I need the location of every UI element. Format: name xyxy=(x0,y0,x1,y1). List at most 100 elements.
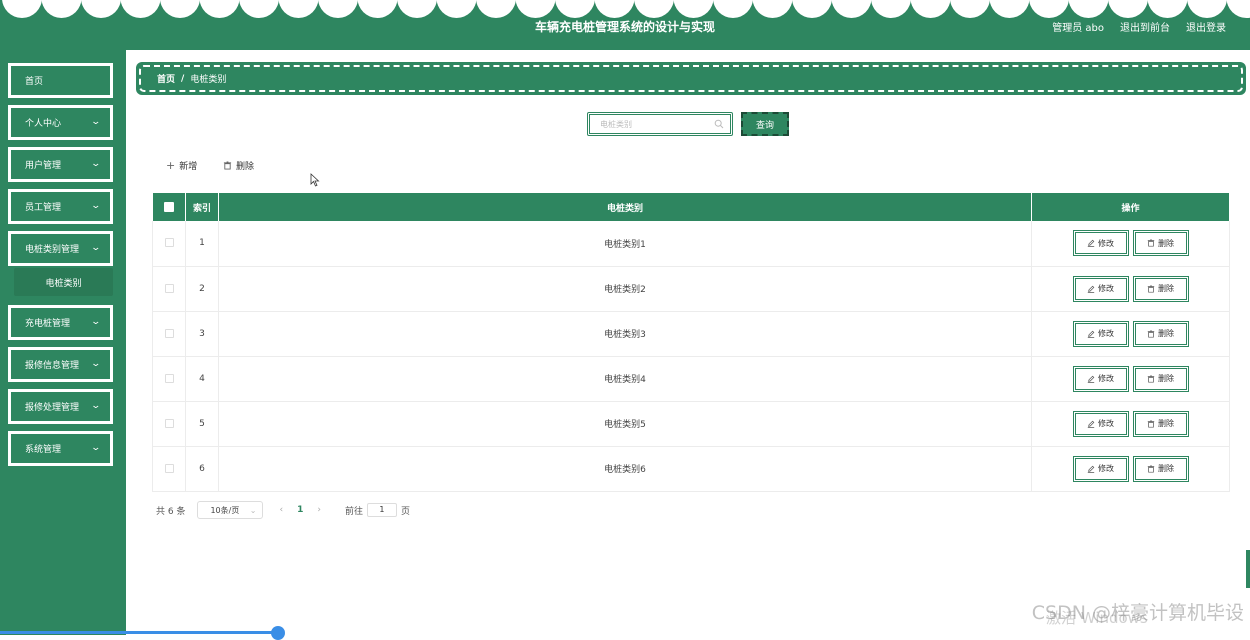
delete-button-label: 删除 xyxy=(1158,283,1174,294)
scallop-decoration xyxy=(0,0,1250,18)
scallop-circle xyxy=(792,0,832,18)
sidebar-item-repair-handling-management[interactable]: 报修处理管理⌄ xyxy=(8,389,113,424)
scrollbar-handle[interactable] xyxy=(271,626,285,640)
horizontal-scrollbar[interactable] xyxy=(0,631,278,634)
edit-button[interactable]: 修改 xyxy=(1073,230,1129,256)
edit-button[interactable]: 修改 xyxy=(1073,411,1129,437)
row-checkbox[interactable] xyxy=(165,464,174,473)
logout-link[interactable]: 退出登录 xyxy=(1186,19,1226,34)
row-actions: 修改 删除 xyxy=(1032,311,1230,356)
select-all-header xyxy=(153,193,186,221)
edit-button-label: 修改 xyxy=(1098,328,1114,339)
scallop-circle xyxy=(634,0,674,18)
trash-icon xyxy=(1147,330,1155,338)
sidebar-item-pile-category-management[interactable]: 电桩类别管理⌄ xyxy=(8,231,113,266)
add-button-label: 新增 xyxy=(179,159,197,172)
sidebar-item-label: 个人中心 xyxy=(25,116,61,129)
scallop-circle xyxy=(911,0,951,18)
column-header-actions: 操作 xyxy=(1032,193,1230,221)
goto-page-input[interactable]: 1 xyxy=(367,503,397,517)
scallop-circle xyxy=(950,0,990,18)
breadcrumb-home[interactable]: 首页 xyxy=(157,72,175,85)
delete-button[interactable]: 删除 xyxy=(1133,276,1189,302)
sidebar-item-user-management[interactable]: 用户管理⌄ xyxy=(8,147,113,182)
edit-icon xyxy=(1087,420,1095,428)
top-header: 车辆充电桩管理系统的设计与实现 管理员 abo 退出到前台 退出登录 xyxy=(0,0,1250,50)
goto-label: 前往 xyxy=(345,504,363,517)
edit-button-label: 修改 xyxy=(1098,283,1114,294)
row-checkbox[interactable] xyxy=(165,374,174,383)
scallop-circle xyxy=(516,0,556,18)
delete-button[interactable]: 删除 xyxy=(1133,321,1189,347)
sidebar-item-label: 报修信息管理 xyxy=(25,358,79,371)
row-checkbox[interactable] xyxy=(165,284,174,293)
trash-icon xyxy=(223,161,232,170)
sidebar-item-home[interactable]: 首页 xyxy=(8,63,113,98)
sidebar-item-personal-center[interactable]: 个人中心⌄ xyxy=(8,105,113,140)
scallop-circle xyxy=(1069,0,1109,18)
sidebar-subitem-pile-category[interactable]: 电桩类别 xyxy=(14,268,113,296)
edit-button[interactable]: 修改 xyxy=(1073,276,1129,302)
column-header-category: 电桩类别 xyxy=(219,193,1032,221)
edit-icon xyxy=(1087,285,1095,293)
edit-button-label: 修改 xyxy=(1098,463,1114,474)
page-size-select[interactable]: 10条/页 ⌄ xyxy=(197,501,263,519)
row-actions: 修改删除 xyxy=(1032,401,1230,446)
sidebar-item-charging-pile-management[interactable]: 充电桩管理⌄ xyxy=(8,305,113,340)
row-select-cell xyxy=(153,356,186,401)
scallop-circle xyxy=(318,0,358,18)
delete-button[interactable]: 删除 xyxy=(1133,366,1189,392)
plus-icon: + xyxy=(166,159,175,172)
trash-icon xyxy=(1147,285,1155,293)
side-edge-tab[interactable] xyxy=(1246,550,1250,588)
row-category: 电桩类别1 xyxy=(219,221,1032,266)
page-number[interactable]: 1 xyxy=(297,505,303,515)
sidebar-item-repair-info-management[interactable]: 报修信息管理⌄ xyxy=(8,347,113,382)
mouse-cursor-icon xyxy=(310,173,320,187)
edit-button[interactable]: 修改 xyxy=(1073,321,1129,347)
header-user-area: 管理员 abo 退出到前台 退出登录 xyxy=(1052,19,1226,34)
row-index: 2 xyxy=(186,266,219,311)
delete-button[interactable]: 删除 xyxy=(1133,411,1189,437)
row-select-cell xyxy=(153,221,186,266)
row-checkbox[interactable] xyxy=(165,419,174,428)
exit-to-front-link[interactable]: 退出到前台 xyxy=(1120,19,1170,34)
edit-button[interactable]: 修改 xyxy=(1073,366,1129,392)
edit-button-label: 修改 xyxy=(1098,373,1114,384)
row-index: 1 xyxy=(186,221,219,266)
scallop-circle xyxy=(279,0,319,18)
scallop-circle xyxy=(2,0,42,18)
add-button[interactable]: + 新增 xyxy=(166,158,197,172)
row-checkbox[interactable] xyxy=(165,238,174,247)
row-actions: 修改 删除 xyxy=(1032,446,1230,491)
delete-button-label: 删除 xyxy=(1158,463,1174,474)
delete-button[interactable]: 删除 xyxy=(1133,456,1189,482)
row-actions: 修改 删除 xyxy=(1032,266,1230,311)
sidebar-item-system-management[interactable]: 系统管理⌄ xyxy=(8,431,113,466)
next-page-button[interactable]: › xyxy=(317,505,321,515)
batch-delete-button[interactable]: 删除 xyxy=(223,158,254,172)
select-all-checkbox[interactable] xyxy=(164,202,174,212)
row-category: 电桩类别3 xyxy=(219,311,1032,356)
prev-page-button[interactable]: ‹ xyxy=(279,505,283,515)
pile-category-table: 索引 电桩类别 操作 1电桩类别1修改删除2电桩类别2修改删除3电桩类别3修改删… xyxy=(152,193,1230,492)
breadcrumb-inner: 首页 / 电桩类别 xyxy=(139,65,1243,92)
sidebar-item-staff-management[interactable]: 员工管理⌄ xyxy=(8,189,113,224)
row-actions: 修改 删除 xyxy=(1032,356,1230,401)
row-checkbox[interactable] xyxy=(165,329,174,338)
table-row: 2电桩类别2修改删除 xyxy=(153,266,1230,311)
delete-button[interactable]: 删除 xyxy=(1133,230,1189,256)
delete-button-label: 删除 xyxy=(1158,373,1174,384)
edit-button[interactable]: 修改 xyxy=(1073,456,1129,482)
chevron-down-icon: ⌄ xyxy=(91,317,102,327)
row-actions: 修改删除 xyxy=(1032,221,1230,266)
edit-icon xyxy=(1087,465,1095,473)
scallop-circle xyxy=(990,0,1030,18)
query-button[interactable]: 查询 xyxy=(741,112,789,136)
scallop-circle xyxy=(476,0,516,18)
trash-icon xyxy=(1147,239,1155,247)
table-row: 3电桩类别3修改删除 xyxy=(153,311,1230,356)
row-category: 电桩类别5 xyxy=(219,401,1032,446)
search-input[interactable] xyxy=(600,120,715,129)
scallop-circle xyxy=(1227,0,1250,18)
